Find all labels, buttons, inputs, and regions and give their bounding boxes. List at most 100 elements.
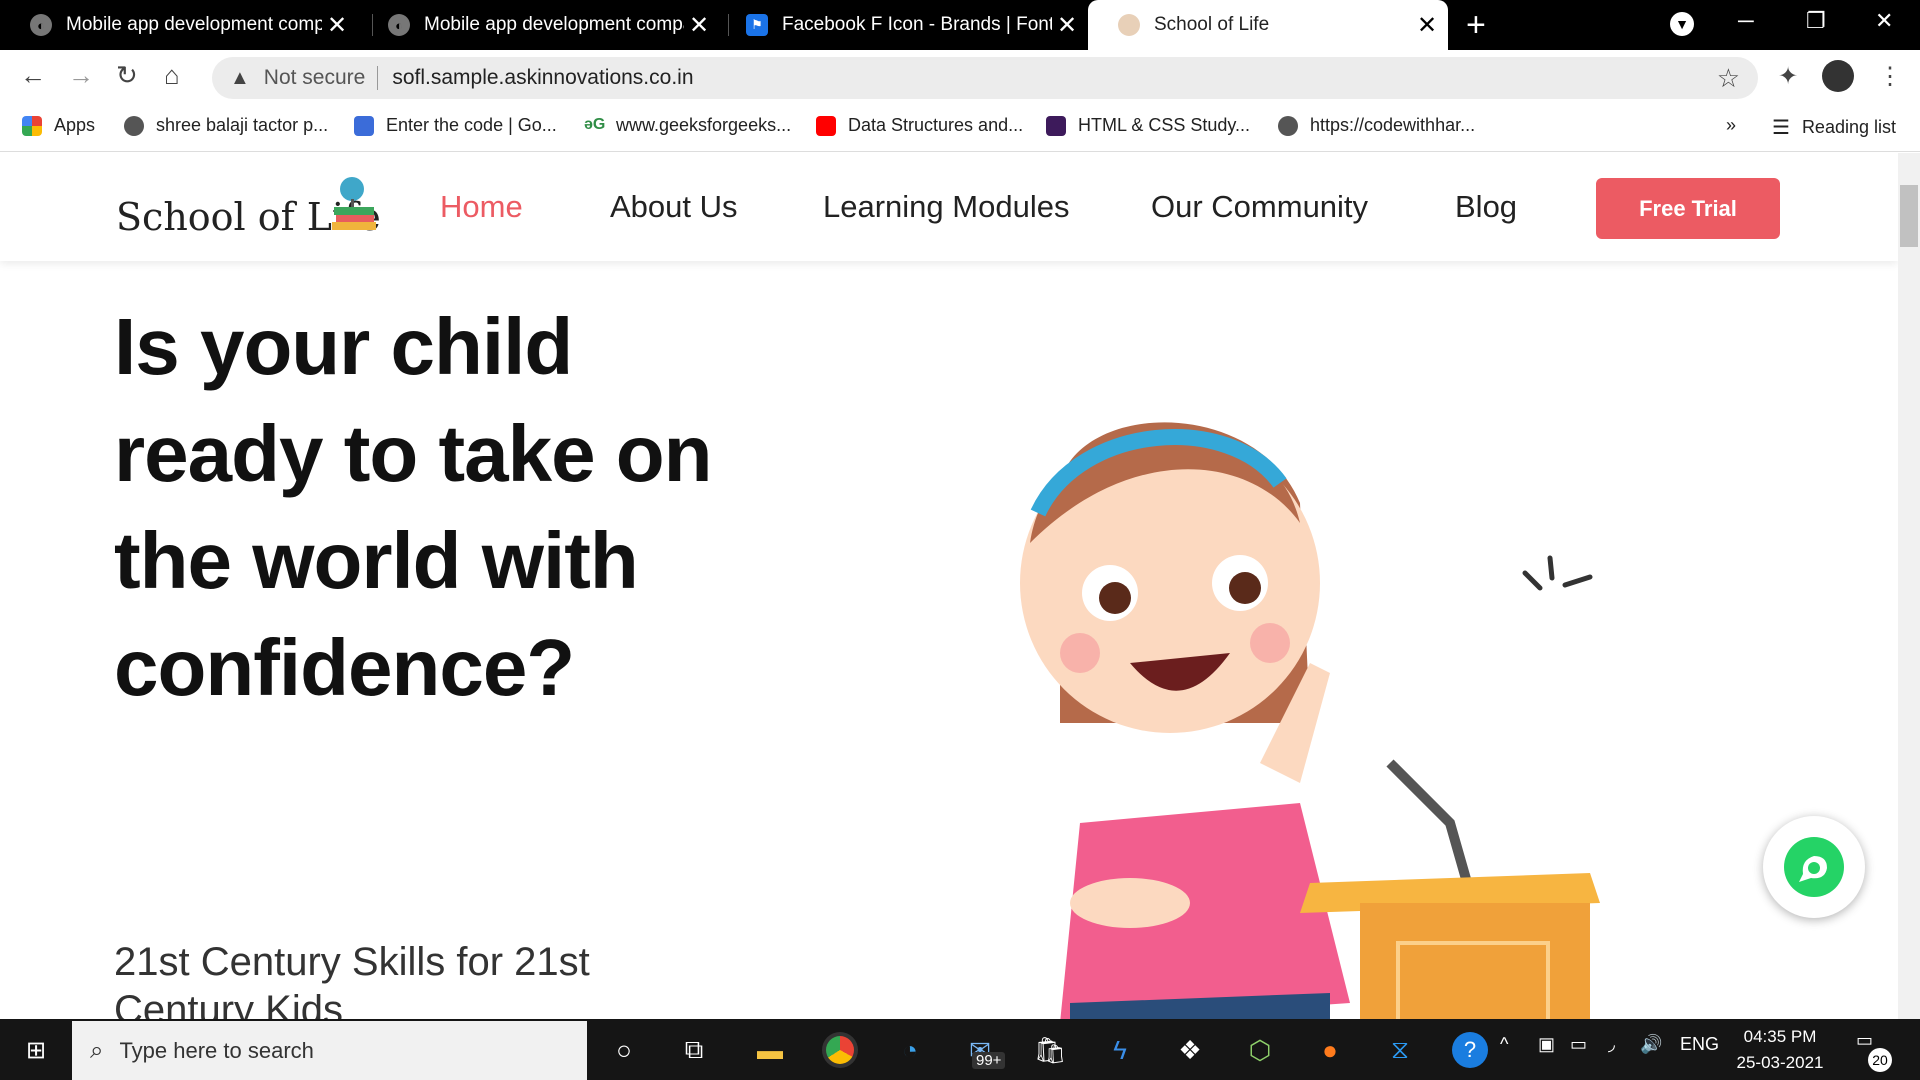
edge-icon[interactable]: ◔	[892, 1032, 928, 1068]
tab-3[interactable]: ⚑ Facebook F Icon - Brands | Font A ✕	[716, 0, 1088, 50]
bookmark-label: Data Structures and...	[848, 115, 1024, 135]
globe-icon: ◐	[30, 14, 52, 36]
bookmark-item[interactable]: Enter the code | Go...	[354, 115, 557, 136]
bookmarks-more[interactable]: »	[1726, 115, 1736, 136]
whatsapp-icon	[1784, 837, 1844, 897]
bookmark-item[interactable]: HTML & CSS Study...	[1046, 115, 1250, 136]
search-placeholder: Type here to search	[119, 1037, 314, 1063]
nav-learning-modules[interactable]: Learning Modules	[823, 189, 1069, 225]
bookmark-label: HTML & CSS Study...	[1078, 115, 1251, 135]
store-icon[interactable]: 🛍	[1032, 1032, 1068, 1068]
notification-icon[interactable]: ▭	[1856, 1030, 1873, 1051]
nav-about-us[interactable]: About Us	[610, 189, 738, 225]
classroom-icon	[354, 115, 374, 136]
forward-icon[interactable]: →	[68, 60, 94, 91]
date-text: 25-03-2021	[1736, 1053, 1824, 1072]
nav-blog[interactable]: Blog	[1455, 189, 1517, 225]
mail-badge: 99+	[972, 1052, 1006, 1069]
apps-grid-icon	[22, 115, 42, 136]
web-page: School of Life Home About Us Learning Mo…	[0, 153, 1898, 1019]
globe-icon	[1278, 115, 1298, 136]
bookmark-item[interactable]: ǝG www.geeksforgeeks...	[584, 115, 791, 136]
youtube-icon	[816, 115, 836, 136]
close-window-icon[interactable]: ✕	[1875, 8, 1893, 34]
bookmark-label: https://codewithhar...	[1310, 115, 1476, 135]
bookmark-label: www.geeksforgeeks...	[616, 115, 792, 135]
hero-heading: Is your child ready to take on the world…	[114, 302, 713, 712]
site-favicon-icon	[1118, 14, 1140, 36]
windows-start-icon[interactable]: ⊞	[18, 1032, 54, 1068]
globe-icon	[124, 115, 144, 136]
bookmark-item[interactable]: Data Structures and...	[816, 115, 1023, 136]
app-cube-icon[interactable]: ⬡	[1242, 1032, 1278, 1068]
device-icon[interactable]: ▣	[1538, 1034, 1555, 1055]
close-icon[interactable]: ✕	[684, 11, 714, 40]
restore-icon[interactable]: ❐	[1806, 8, 1826, 34]
dropbox-icon[interactable]: ❖	[1172, 1032, 1208, 1068]
language-indicator[interactable]: ENG	[1680, 1034, 1719, 1055]
reading-list[interactable]: ☰ Reading list	[1772, 115, 1896, 140]
nav-our-community[interactable]: Our Community	[1151, 189, 1368, 225]
bookmark-label: Apps	[54, 115, 96, 135]
bookmark-item[interactable]: https://codewithhar...	[1278, 115, 1475, 136]
menu-kebab-icon[interactable]: ⋮	[1878, 62, 1902, 91]
minimize-icon[interactable]: ─	[1738, 8, 1754, 34]
whatsapp-button[interactable]	[1763, 816, 1865, 918]
gfg-icon: ǝG	[584, 115, 606, 133]
bookmark-star-icon[interactable]: ☆	[1717, 63, 1740, 94]
hero-subtitle: 21st Century Skills for 21st Century Kid…	[114, 940, 590, 1019]
time-text: 04:35 PM	[1743, 1027, 1817, 1046]
tab-title: Facebook F Icon - Brands | Font A	[782, 14, 1052, 35]
wifi-icon[interactable]: ◞	[1608, 1034, 1615, 1055]
girl-at-podium-illustration	[1020, 422, 1600, 1019]
tab-search-icon[interactable]: ▼	[1670, 12, 1694, 36]
firefox-icon[interactable]: ●	[1312, 1032, 1348, 1068]
reload-icon[interactable]: ↻	[116, 60, 138, 91]
bookmark-apps[interactable]: Apps	[22, 115, 95, 136]
close-icon[interactable]: ✕	[322, 11, 352, 40]
cortana-icon[interactable]: ○	[606, 1032, 642, 1068]
page-scrollbar[interactable]	[1898, 153, 1920, 1019]
volume-icon[interactable]: 🔊	[1640, 1034, 1662, 1055]
bookmark-label: Enter the code | Go...	[386, 115, 557, 135]
search-icon: ⌕	[90, 1036, 104, 1064]
nav-home[interactable]: Home	[440, 189, 523, 225]
chevron-up-icon[interactable]: ^	[1500, 1034, 1508, 1055]
reading-list-label: Reading list	[1801, 117, 1896, 137]
scrollbar-thumb[interactable]	[1900, 185, 1918, 247]
taskbar-search[interactable]: ⌕ Type here to search	[72, 1021, 587, 1080]
profile-avatar[interactable]	[1822, 60, 1854, 92]
bookmark-item[interactable]: shree balaji tactor p...	[124, 115, 328, 136]
globe-books-icon	[332, 177, 376, 230]
free-trial-button[interactable]: Free Trial	[1596, 178, 1780, 239]
vscode-icon[interactable]: ⧖	[1382, 1032, 1418, 1068]
reading-list-icon: ☰	[1772, 117, 1790, 139]
tab-4-active[interactable]: School of Life ✕	[1088, 0, 1448, 50]
security-label: Not secure	[264, 66, 379, 90]
url-text[interactable]: sofl.sample.askinnovations.co.in	[392, 66, 693, 90]
omnibox[interactable]: ▲ Not secure sofl.sample.askinnovations.…	[212, 57, 1758, 99]
help-icon[interactable]: ?	[1452, 1032, 1488, 1068]
tab-1[interactable]: ◐ Mobile app development compa ✕	[0, 0, 358, 50]
globe-icon: ◐	[388, 14, 410, 36]
bookmark-label: shree balaji tactor p...	[156, 115, 329, 135]
clock[interactable]: 04:35 PM 25-03-2021	[1720, 1024, 1840, 1076]
close-icon[interactable]: ✕	[1412, 11, 1442, 40]
study-icon	[1046, 115, 1066, 136]
tab-title: School of Life	[1154, 14, 1270, 35]
close-icon[interactable]: ✕	[1052, 11, 1082, 40]
app-icon[interactable]: ϟ	[1102, 1032, 1138, 1068]
new-tab-icon[interactable]: +	[1466, 6, 1486, 45]
warning-icon: ▲	[230, 66, 250, 89]
tab-2[interactable]: ◐ Mobile app development compa ✕	[358, 0, 720, 50]
task-view-icon[interactable]: ⧉	[676, 1032, 712, 1068]
battery-icon[interactable]: ▭	[1570, 1034, 1587, 1055]
notification-count: 20	[1868, 1048, 1892, 1072]
back-icon[interactable]: ←	[20, 60, 46, 91]
extensions-icon[interactable]: ✦	[1778, 62, 1798, 91]
chrome-icon[interactable]	[822, 1032, 858, 1068]
tab-title: Mobile app development compa	[66, 14, 322, 35]
home-icon[interactable]: ⌂	[164, 60, 180, 91]
file-explorer-icon[interactable]: ▬	[752, 1032, 788, 1068]
tab-title: Mobile app development compa	[424, 14, 684, 35]
